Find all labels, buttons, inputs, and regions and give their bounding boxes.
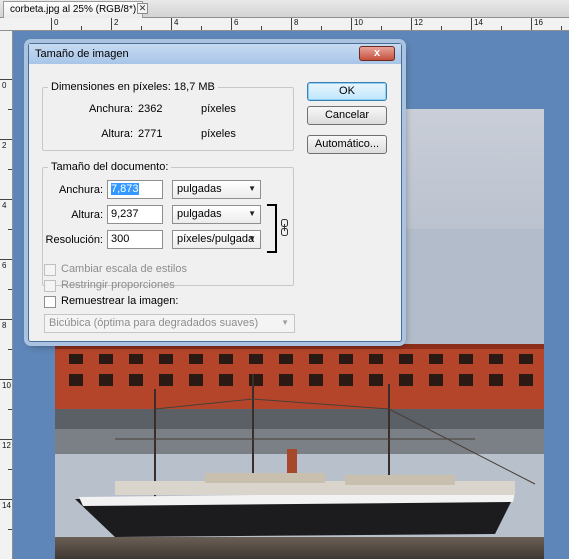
resample-label: Remuestrear la imagen: [61, 295, 179, 307]
ruler-label: 10 [2, 381, 11, 390]
pixel-dimensions-legend: Dimensiones en píxeles: 18,7 MB [51, 81, 215, 93]
chevron-down-icon: ▼ [281, 318, 289, 327]
dialog-titlebar[interactable]: Tamaño de imagen x [29, 44, 401, 64]
ruler-tick [291, 18, 292, 30]
resolution-unit-select[interactable]: píxeles/pulgada ▼ [172, 230, 261, 249]
ruler-tick [351, 18, 352, 30]
dialog-title: Tamaño de imagen [35, 48, 129, 60]
auto-button[interactable]: Automático... [307, 135, 387, 154]
ruler-tick [0, 439, 12, 440]
ruler-label: 6 [2, 261, 7, 270]
chevron-down-icon: ▼ [248, 234, 256, 243]
ruler-tick [0, 199, 12, 200]
ruler-tick [531, 18, 532, 30]
document-size-legend: Tamaño del documento: [51, 161, 169, 173]
ruler-label: 0 [2, 81, 7, 90]
ruler-tick [471, 18, 472, 30]
ruler-tick [0, 499, 12, 500]
doc-height-unit-select[interactable]: pulgadas ▼ [172, 205, 261, 224]
resample-method-value: Bicúbica (óptima para degradados suaves) [49, 317, 259, 329]
ruler-tick [231, 18, 232, 30]
close-tab-icon[interactable]: ✕ [137, 3, 148, 14]
resolution-input[interactable]: 300 [107, 230, 163, 249]
ruler-label: 2 [2, 141, 7, 150]
image-size-dialog: Tamaño de imagen x Dimensiones en píxele… [28, 43, 402, 342]
ruler-label: 4 [2, 201, 7, 210]
ruler-label: 2 [114, 18, 119, 27]
dialog-body: Dimensiones en píxeles: 18,7 MB Anchura:… [33, 64, 397, 339]
scale-styles-checkbox[interactable] [44, 264, 56, 276]
ruler-tick [51, 18, 52, 30]
photoshop-window: corbeta.jpg al 25% (RGB/8*) ✕ 0 2 4 6 8 … [0, 0, 569, 559]
ruler-label: 6 [234, 18, 239, 27]
ruler-label: 16 [534, 18, 543, 27]
doc-height-input[interactable]: 9,237 [107, 205, 163, 224]
ruler-label: 4 [174, 18, 179, 27]
pixel-width-unit: píxeles [201, 103, 236, 115]
ruler-tick [0, 259, 12, 260]
constrain-label: Restringir proporciones [61, 279, 175, 291]
ruler-tick [0, 379, 12, 380]
ruler-label: 12 [2, 441, 11, 450]
cancel-button[interactable]: Cancelar [307, 106, 387, 125]
ruler-label: 14 [2, 501, 11, 510]
ruler-tick [171, 18, 172, 30]
resolution-value: 300 [111, 233, 130, 245]
ruler-label: 8 [2, 321, 7, 330]
pixel-height-value: 2771 [138, 128, 163, 140]
vertical-ruler[interactable]: 0 2 4 6 8 10 12 14 [0, 31, 13, 559]
document-tab-title: corbeta.jpg al 25% (RGB/8*) [10, 4, 137, 15]
chevron-down-icon: ▼ [248, 184, 256, 193]
document-tab[interactable]: corbeta.jpg al 25% (RGB/8*) [3, 1, 144, 18]
pixel-height-unit: píxeles [201, 128, 236, 140]
pixel-width-value: 2362 [138, 103, 163, 115]
chain-link-icon [281, 219, 288, 236]
ruler-tick [0, 139, 12, 140]
pixel-dimensions-group: Dimensiones en píxeles: 18,7 MB [42, 81, 294, 151]
pixel-width-label: Anchura: [88, 103, 133, 115]
ruler-tick [111, 18, 112, 30]
ruler-label: 8 [294, 18, 299, 27]
doc-width-input[interactable]: 7,873 [107, 180, 163, 199]
scale-styles-label: Cambiar escala de estilos [61, 263, 187, 275]
ruler-label: 0 [54, 18, 59, 27]
doc-width-label: Anchura: [58, 184, 103, 196]
ruler-tick [0, 79, 12, 80]
chevron-down-icon: ▼ [248, 209, 256, 218]
ruler-label: 10 [354, 18, 363, 27]
doc-width-unit-select[interactable]: pulgadas ▼ [172, 180, 261, 199]
resample-method-select[interactable]: Bicúbica (óptima para degradados suaves)… [44, 314, 295, 333]
pixel-height-label: Altura: [101, 128, 133, 140]
doc-width-unit: pulgadas [177, 183, 222, 195]
horizontal-ruler[interactable]: 0 2 4 6 8 10 12 14 16 [0, 18, 569, 31]
close-dialog-button[interactable]: x [359, 46, 395, 61]
constrain-checkbox[interactable] [44, 280, 56, 292]
resolution-label: Resolución: [45, 234, 103, 246]
doc-height-value: 9,237 [111, 208, 139, 220]
ok-button[interactable]: OK [307, 82, 387, 101]
document-tab-bar: corbeta.jpg al 25% (RGB/8*) ✕ [0, 0, 569, 18]
resample-checkbox[interactable] [44, 296, 56, 308]
ruler-label: 14 [474, 18, 483, 27]
ruler-tick [411, 18, 412, 30]
doc-height-label: Altura: [71, 209, 103, 221]
constrain-link-bracket [267, 204, 277, 253]
ruler-label: 12 [414, 18, 423, 27]
ruler-tick [0, 319, 12, 320]
doc-height-unit: pulgadas [177, 208, 222, 220]
resolution-unit: píxeles/pulgada [177, 233, 255, 245]
doc-width-value: 7,873 [111, 183, 139, 195]
